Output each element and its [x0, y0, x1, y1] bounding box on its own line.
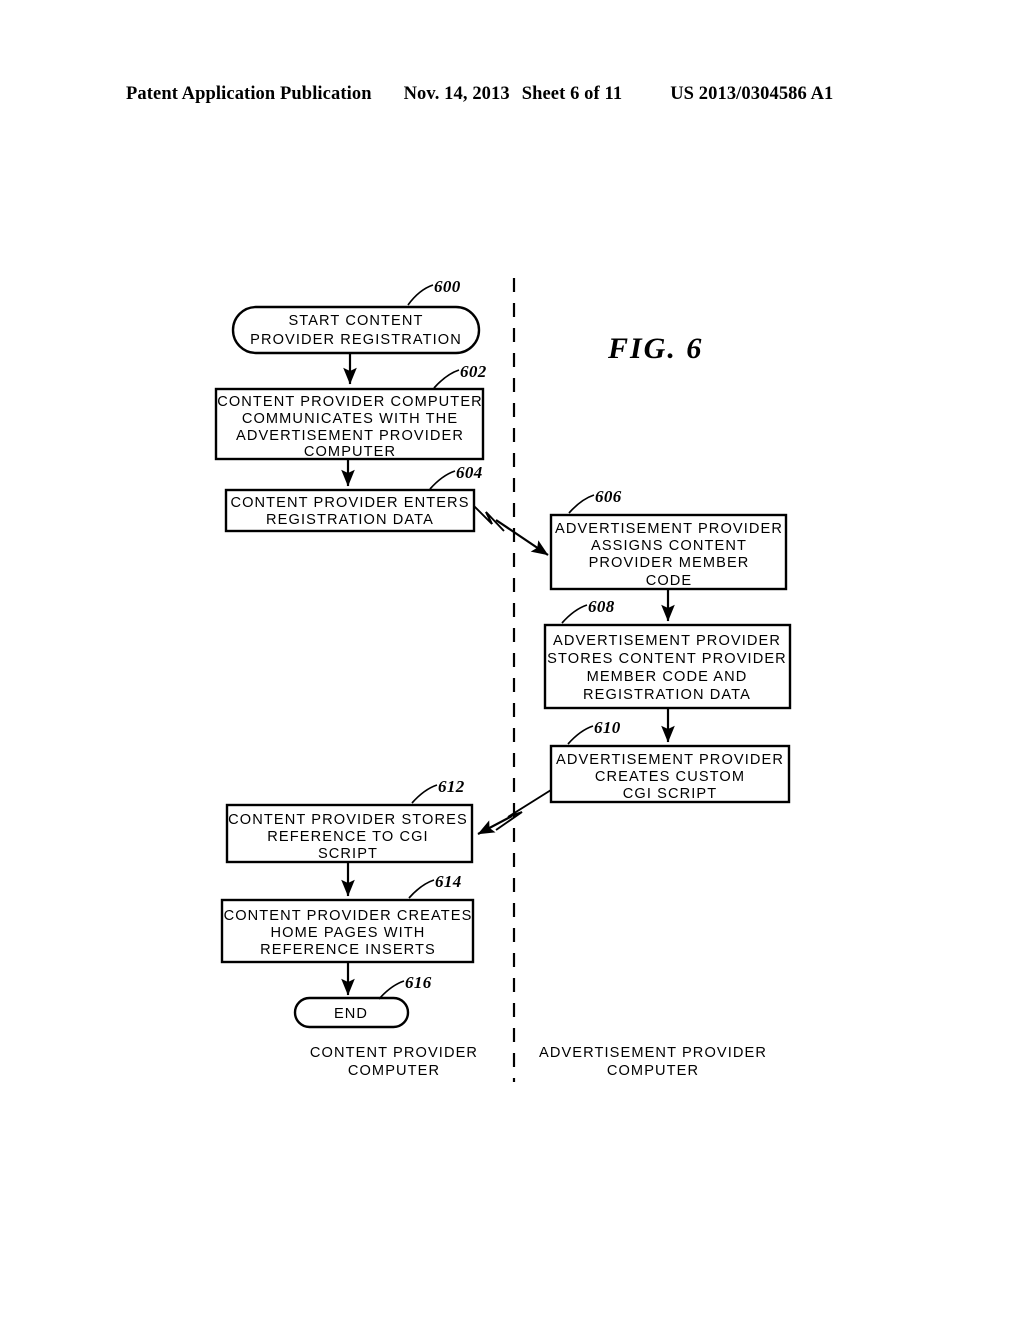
- node-614-line-0: CONTENT PROVIDER CREATES: [224, 908, 473, 924]
- leader-616: [378, 980, 405, 1000]
- node-602-line-1: COMMUNICATES WITH THE: [242, 411, 458, 427]
- node-614-content-provider-creates-home-pages: CONTENT PROVIDER CREATES HOME PAGES WITH…: [220, 898, 475, 964]
- node-608-line-3: REGISTRATION DATA: [583, 687, 751, 703]
- connector-610-to-612: [477, 789, 552, 835]
- ref-label-610: 610: [594, 718, 621, 737]
- leader-614: [408, 879, 435, 899]
- node-600-line-0: START CONTENT: [288, 313, 423, 329]
- figure-6-flowchart: FIG. 6 START CONTENT PROVIDER REGISTRATI…: [0, 0, 1024, 1320]
- node-614-line-1: HOME PAGES WITH: [271, 925, 426, 941]
- leader-606: [568, 494, 595, 514]
- node-610-line-1: CREATES CUSTOM: [595, 769, 745, 785]
- node-602-line-3: COMPUTER: [304, 444, 396, 460]
- node-606-line-0: ADVERTISEMENT PROVIDER: [555, 521, 783, 537]
- node-606-line-2: PROVIDER MEMBER: [589, 555, 750, 571]
- column-label-right-line-0: ADVERTISEMENT PROVIDER: [539, 1045, 767, 1061]
- node-608-line-2: MEMBER CODE AND: [587, 669, 748, 685]
- connector-604-to-606: [473, 505, 549, 556]
- node-612-content-provider-stores-reference-to-cgi-script: CONTENT PROVIDER STORES REFERENCE TO CGI…: [225, 803, 474, 864]
- ref-label-616: 616: [405, 973, 432, 992]
- node-604-line-1: REGISTRATION DATA: [266, 512, 434, 528]
- node-612-line-2: SCRIPT: [318, 846, 378, 862]
- node-606-advertisement-provider-assigns-member-code: ADVERTISEMENT PROVIDER ASSIGNS CONTENT P…: [549, 513, 788, 591]
- node-604-content-provider-enters-registration-data: CONTENT PROVIDER ENTERS REGISTRATION DAT…: [224, 488, 476, 533]
- leader-608: [561, 604, 588, 624]
- node-606-line-1: ASSIGNS CONTENT: [591, 538, 747, 554]
- node-600-start-content-provider-registration: START CONTENT PROVIDER REGISTRATION: [231, 305, 481, 355]
- column-label-left: CONTENT PROVIDER COMPUTER: [310, 1045, 478, 1079]
- ref-label-608: 608: [588, 597, 615, 616]
- leader-610: [567, 725, 594, 745]
- leader-612: [411, 784, 438, 804]
- leader-602: [433, 369, 460, 389]
- node-608-advertisement-provider-stores-member-code: ADVERTISEMENT PROVIDER STORES CONTENT PR…: [543, 623, 792, 710]
- node-602-line-2: ADVERTISEMENT PROVIDER: [236, 428, 464, 444]
- node-612-line-0: CONTENT PROVIDER STORES: [228, 812, 468, 828]
- column-label-right: ADVERTISEMENT PROVIDER COMPUTER: [539, 1045, 767, 1079]
- node-612-line-1: REFERENCE TO CGI: [267, 829, 428, 845]
- node-600-line-1: PROVIDER REGISTRATION: [250, 332, 462, 348]
- node-602-content-provider-computer-communicates: CONTENT PROVIDER COMPUTER COMMUNICATES W…: [214, 387, 485, 461]
- node-614-line-2: REFERENCE INSERTS: [260, 942, 436, 958]
- node-616-end: END: [293, 996, 410, 1029]
- column-label-left-line-1: COMPUTER: [348, 1063, 440, 1079]
- ref-label-614: 614: [435, 872, 462, 891]
- node-610-line-0: ADVERTISEMENT PROVIDER: [556, 752, 784, 768]
- node-608-line-0: ADVERTISEMENT PROVIDER: [553, 633, 781, 649]
- ref-label-600: 600: [434, 277, 461, 296]
- node-610-line-2: CGI SCRIPT: [623, 786, 718, 802]
- ref-label-606: 606: [595, 487, 622, 506]
- column-label-right-line-1: COMPUTER: [607, 1063, 699, 1079]
- node-616-line-0: END: [334, 1006, 368, 1022]
- ref-label-602: 602: [460, 362, 487, 381]
- node-602-line-0: CONTENT PROVIDER COMPUTER: [217, 394, 483, 410]
- ref-label-612: 612: [438, 777, 465, 796]
- node-604-line-0: CONTENT PROVIDER ENTERS: [230, 495, 469, 511]
- leader-604: [429, 470, 456, 490]
- node-610-advertisement-provider-creates-custom-cgi-script: ADVERTISEMENT PROVIDER CREATES CUSTOM CG…: [549, 744, 791, 804]
- node-606-line-3: CODE: [646, 573, 693, 589]
- column-label-left-line-0: CONTENT PROVIDER: [310, 1045, 478, 1061]
- figure-label: FIG. 6: [607, 332, 703, 365]
- leader-600: [407, 284, 434, 306]
- node-608-line-1: STORES CONTENT PROVIDER: [547, 651, 787, 667]
- ref-label-604: 604: [456, 463, 483, 482]
